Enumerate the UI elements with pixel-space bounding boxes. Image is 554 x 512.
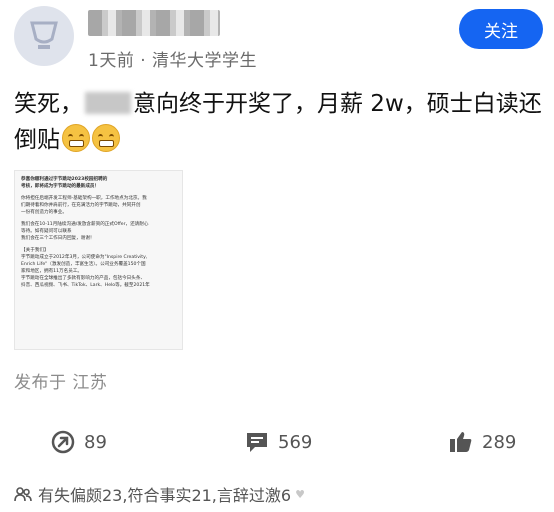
comment-icon — [247, 433, 267, 452]
post-text-start: 笑死， — [14, 91, 83, 117]
attachment-line: 字节跳动在全球推出了多款有影响力的产品，包括今日头条、 — [21, 276, 146, 281]
attachment-line: 等待。如有疑问可以联系 — [21, 229, 72, 234]
attachment-line: 我们会在10-11月陆续沟通/发放含薪资的正式Offer，还请耐心 — [21, 222, 149, 227]
attachment-line: 【关于我们】 — [21, 248, 49, 253]
attachment-image[interactable]: 恭喜你顺利通过字节跳动2023校园招聘的 考核，即将成为字节跳动的最新成员！ 你… — [14, 170, 183, 350]
share-button[interactable]: 89 — [50, 424, 107, 460]
trophy-icon — [30, 21, 58, 49]
attachment-line: 抖音、西瓜视频、飞书、TikTok、Lark、Helo等。截至2021年 — [21, 283, 150, 288]
share-icon — [51, 430, 75, 454]
share-count: 89 — [84, 431, 107, 453]
avatar[interactable] — [14, 6, 74, 66]
attachment-line: 字节跳动成立于2012年3月，公司使命为"Inspire Creativity, — [21, 255, 148, 260]
attachment-line: 一份有创造力的事业。 — [21, 210, 67, 215]
attachment-line: 家和地区，拥有11万名员工。 — [21, 269, 82, 274]
comment-button[interactable]: 569 — [244, 424, 312, 460]
like-button[interactable]: 289 — [448, 424, 516, 460]
post-location: 发布于 江苏 — [14, 373, 108, 393]
post-text: 笑死， 意向终于开奖了，月薪 2w，硕士白读还倒贴 — [14, 86, 544, 158]
comment-count: 569 — [278, 431, 313, 453]
follow-button[interactable]: 关注 — [459, 9, 543, 49]
reaction-stats[interactable]: 有失偏颇23,符合事实21,言辞过激6 ♥ — [14, 482, 305, 506]
users-icon — [14, 487, 32, 502]
laughing-emoji-icon — [92, 124, 120, 152]
attachment-line: 考核，即将成为字节跳动的最新成员！ — [21, 184, 100, 189]
laughing-emoji-icon — [62, 124, 90, 152]
attachment-line: 恭喜你顺利通过字节跳动2023校园招聘的 — [21, 177, 108, 182]
like-count: 289 — [482, 431, 517, 453]
post-meta: 1天前 · 清华大学学生 — [88, 51, 258, 71]
username-blurred[interactable] — [88, 10, 220, 36]
heart-icon: ♥ — [295, 487, 305, 501]
redacted-name — [85, 92, 131, 114]
reaction-stats-text: 有失偏颇23,符合事实21,言辞过激6 — [38, 486, 292, 505]
attachment-line: 们期待着和你并肩前行，在充满活力的字节跳动，共同开创 — [21, 203, 141, 208]
attachment-line: Enrich Life"（激发创造，丰富生活）。公司业务覆盖150个国 — [21, 262, 146, 267]
attachment-line: 我们会在三个工作日内回复，谢谢！ — [21, 236, 95, 241]
attachment-line: 你将担任后端开发工程师-基础架构一职，工作地点为北京。我 — [21, 196, 147, 201]
thumbs-up-icon — [450, 432, 472, 452]
